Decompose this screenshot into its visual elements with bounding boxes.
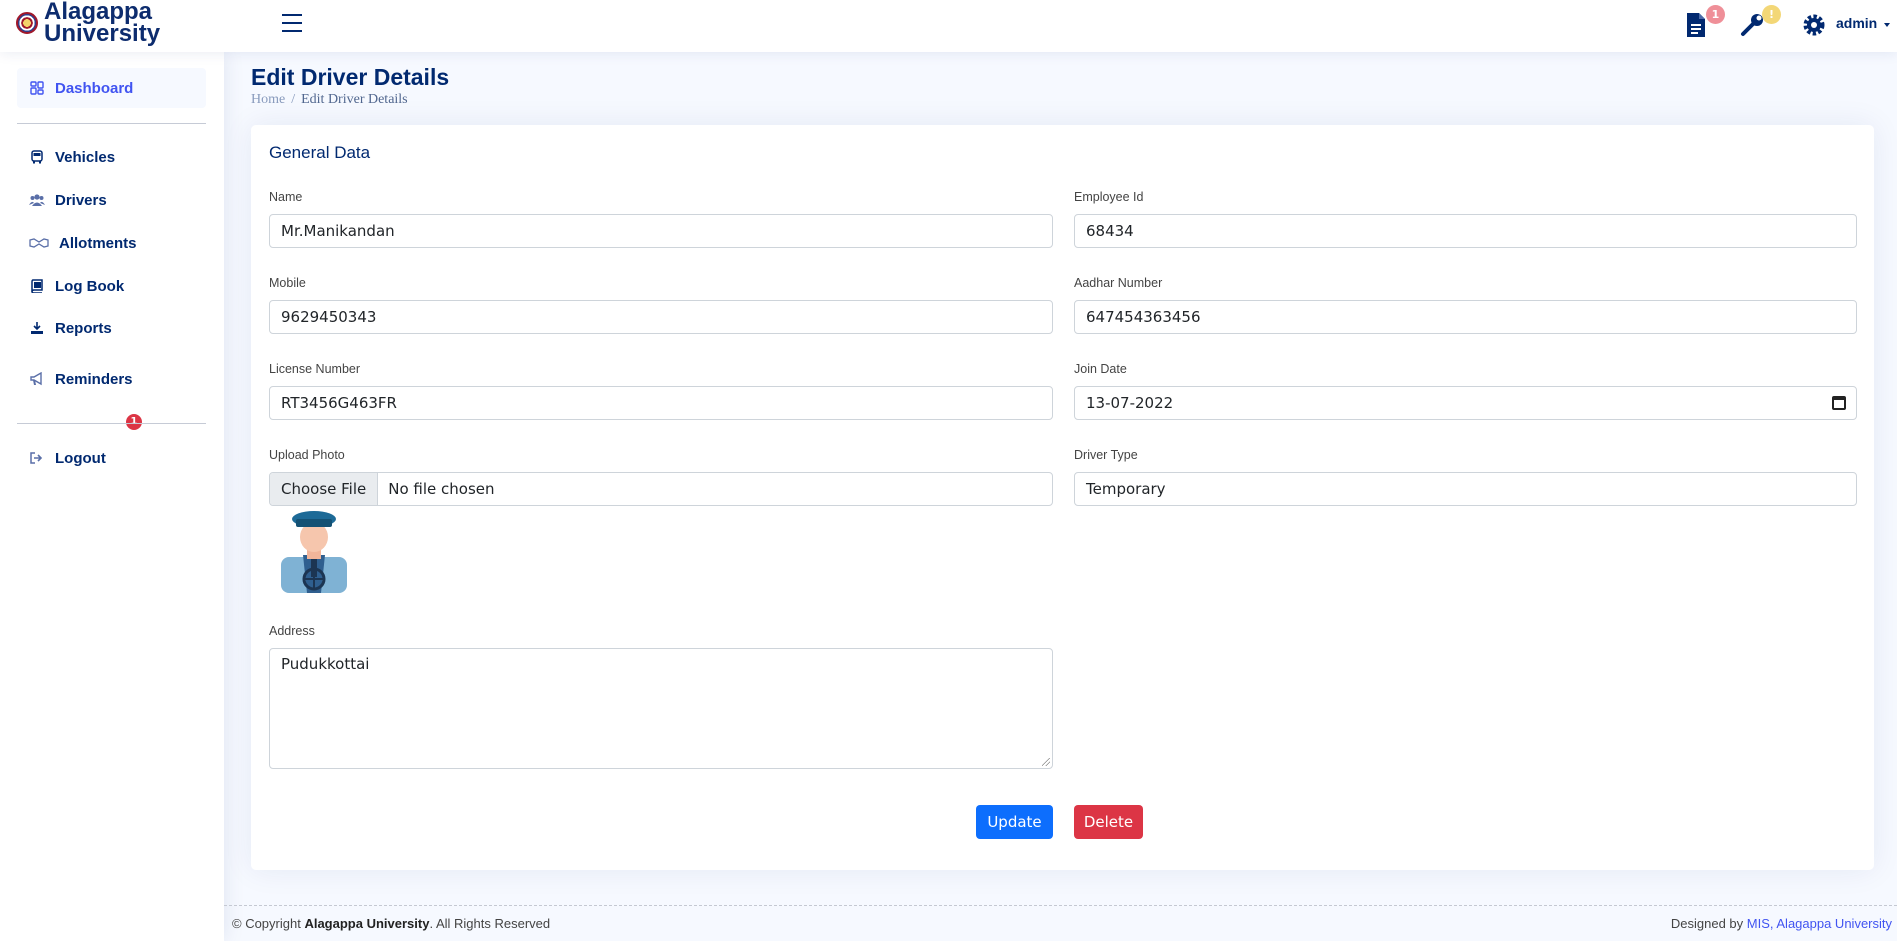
university-seal-icon <box>16 12 38 34</box>
sidebar-item-label: Logout <box>55 449 106 467</box>
name-field[interactable]: Mr.Manikandan <box>269 214 1053 248</box>
designed-by-link[interactable]: MIS, Alagappa University <box>1747 916 1892 931</box>
card-title: General Data <box>269 143 371 162</box>
sidebar-item-label: Dashboard <box>55 79 134 97</box>
general-data-card: General Data Name Mr.Manikandan Employee… <box>251 125 1874 870</box>
wrench-icon[interactable] <box>1740 12 1764 38</box>
footer: © Copyright Alagappa University. All Rig… <box>224 905 1897 941</box>
mobile-label: Mobile <box>269 276 306 290</box>
breadcrumb-home[interactable]: Home <box>251 92 285 107</box>
book-icon <box>29 278 45 294</box>
name-label: Name <box>269 190 303 204</box>
sidebar-item-vehicles[interactable]: Vehicles <box>17 137 206 177</box>
driver-type-label: Driver Type <box>1074 448 1138 462</box>
choose-file-button[interactable]: Choose File <box>270 473 379 505</box>
driver-type-field[interactable]: Temporary <box>1074 472 1857 506</box>
aadhar-label: Aadhar Number <box>1074 276 1163 290</box>
join-date-value: 13-07-2022 <box>1086 394 1174 412</box>
file-status: No file chosen <box>388 480 495 498</box>
sidebar-item-reports[interactable]: Reports <box>17 308 206 348</box>
license-label: License Number <box>269 362 361 376</box>
bus-icon <box>29 149 45 165</box>
copyright-suffix: . All Rights Reserved <box>429 916 551 931</box>
sidebar-item-label: Allotments <box>59 234 137 252</box>
download-icon <box>29 320 45 336</box>
brand-line2: University <box>44 20 161 47</box>
sidebar-item-label: Log Book <box>55 277 125 295</box>
breadcrumb-separator: / <box>291 92 296 107</box>
gear-icon[interactable] <box>1801 12 1825 38</box>
address-value: Pudukkottai <box>281 655 370 673</box>
copyright-prefix: © Copyright <box>232 916 305 931</box>
brand-logo[interactable]: Alagappa University <box>16 0 174 47</box>
mobile-field[interactable]: 9629450343 <box>269 300 1053 334</box>
sidebar: Dashboard Vehicles Drivers Allotments Lo… <box>0 52 224 941</box>
sidebar-divider <box>17 423 206 424</box>
sidebar-item-label: Vehicles <box>55 148 116 166</box>
update-button[interactable]: Update <box>976 805 1053 839</box>
resize-handle-icon[interactable] <box>1042 758 1050 766</box>
toggle-sidebar-icon[interactable] <box>282 14 302 32</box>
upload-photo-label: Upload Photo <box>269 448 345 462</box>
breadcrumb-current: Edit Driver Details <box>301 92 408 107</box>
tools-badge: ! <box>1762 5 1781 24</box>
copyright-org: Alagappa University <box>304 916 430 931</box>
sidebar-item-label: Drivers <box>55 191 107 209</box>
reminders-badge: 1 <box>126 414 142 430</box>
people-icon <box>29 192 45 208</box>
footer-credits: Designed by MIS, Alagappa University <box>1671 916 1892 931</box>
brand-name: Alagappa University <box>44 0 174 47</box>
delete-button[interactable]: Delete <box>1074 805 1143 839</box>
megaphone-icon <box>29 371 45 387</box>
breadcrumb: Home / Edit Driver Details <box>251 92 408 108</box>
sidebar-item-allotments[interactable]: Allotments <box>17 223 206 263</box>
sidebar-divider <box>17 123 206 124</box>
logout-icon <box>29 450 45 466</box>
employee-id-label: Employee Id <box>1074 190 1144 204</box>
employee-id-field[interactable]: 68434 <box>1074 214 1857 248</box>
calendar-icon[interactable] <box>1832 396 1846 410</box>
grid-icon <box>29 80 45 96</box>
footer-copyright: © Copyright Alagappa University. All Rig… <box>232 916 550 931</box>
top-header: Alagappa University 1 ! admin <box>0 0 1897 52</box>
aadhar-field[interactable]: 647454363456 <box>1074 300 1857 334</box>
driver-photo <box>281 509 347 593</box>
sidebar-item-dashboard[interactable]: Dashboard <box>17 68 206 108</box>
sidebar-item-log-book[interactable]: Log Book <box>17 266 206 306</box>
page-title: Edit Driver Details <box>251 64 450 90</box>
sidebar-item-reminders[interactable]: Reminders <box>17 359 206 399</box>
designed-prefix: Designed by <box>1670 916 1747 931</box>
sidebar-item-label: Reminders <box>55 370 133 388</box>
join-date-label: Join Date <box>1074 362 1127 376</box>
chevron-down-icon <box>1884 23 1890 27</box>
sidebar-item-drivers[interactable]: Drivers <box>17 180 206 220</box>
address-textarea[interactable]: Pudukkottai <box>269 648 1053 769</box>
license-field[interactable]: RT3456G463FR <box>269 386 1053 420</box>
handshake-icon <box>29 235 49 251</box>
sidebar-item-label: Reports <box>55 319 112 337</box>
photo-file-input[interactable]: Choose File No file chosen <box>269 472 1053 506</box>
address-label: Address <box>269 624 315 638</box>
sidebar-item-logout[interactable]: Logout <box>17 438 206 478</box>
user-menu[interactable]: admin <box>1836 15 1877 31</box>
join-date-field[interactable]: 13-07-2022 <box>1074 386 1857 420</box>
notes-badge: 1 <box>1706 5 1725 24</box>
